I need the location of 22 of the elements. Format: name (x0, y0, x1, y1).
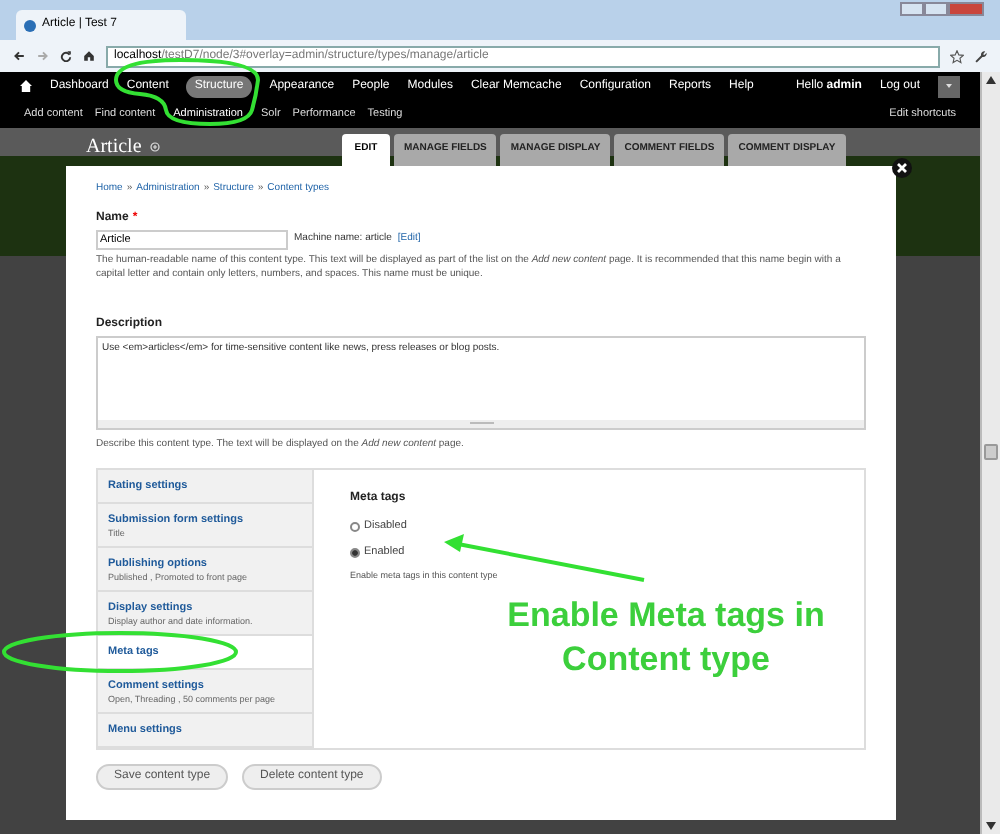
maximize-button[interactable] (924, 2, 948, 16)
scroll-down-icon (986, 822, 996, 830)
scroll-up-icon (986, 76, 996, 84)
radio-button[interactable] (350, 547, 360, 558)
reload-icon (60, 50, 72, 62)
scrollbar-thumb[interactable] (984, 444, 998, 460)
home-icon (20, 80, 32, 92)
forward-icon (36, 50, 50, 62)
close-button[interactable] (948, 2, 984, 16)
minimize-button[interactable] (900, 2, 924, 16)
wrench-icon (974, 49, 988, 63)
star-icon (950, 49, 964, 63)
caret-icon (946, 84, 952, 88)
home-icon (82, 50, 96, 62)
close-icon[interactable] (892, 158, 912, 178)
toolbar-toggle-button[interactable] (938, 75, 960, 97)
scrollbar[interactable] (980, 72, 1000, 834)
plus-circle-icon (149, 142, 160, 152)
back-icon (12, 50, 26, 62)
radio-button[interactable] (350, 521, 360, 532)
annotation-text: Enable Meta tags in Content type (505, 594, 827, 682)
overlay-title: Article (86, 134, 142, 162)
